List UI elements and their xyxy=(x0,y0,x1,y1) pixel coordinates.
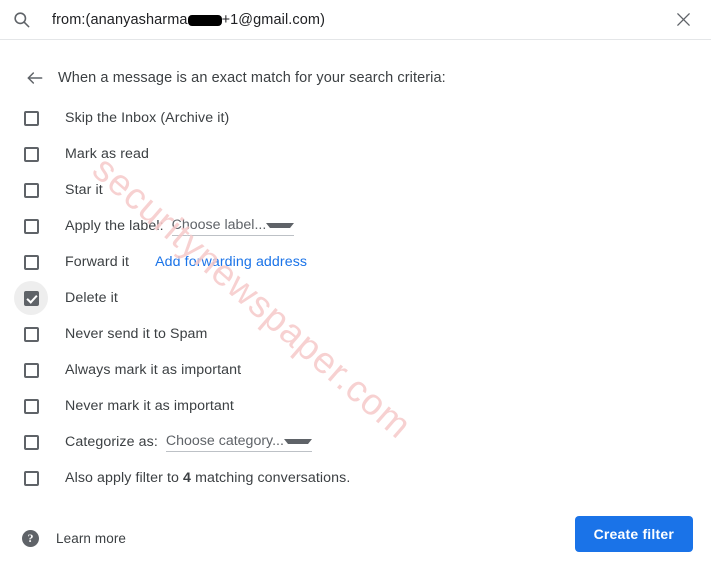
option-row-skip-inbox[interactable]: Skip the Inbox (Archive it) xyxy=(0,100,711,136)
redaction-block xyxy=(187,15,222,26)
chevron-down-icon xyxy=(266,223,295,228)
label-never-important: Never mark it as important xyxy=(65,398,234,414)
checkbox-never-important[interactable] xyxy=(24,398,39,414)
label-mark-as-read: Mark as read xyxy=(65,146,149,162)
option-row-star-it[interactable]: Star it xyxy=(0,172,711,208)
add-forwarding-address-link[interactable]: Add forwarding address xyxy=(155,254,307,270)
label-dropdown[interactable]: Choose label... xyxy=(171,216,295,236)
chevron-down-icon xyxy=(283,439,312,444)
checkbox-never-spam[interactable] xyxy=(24,326,39,342)
checkbox-star-it[interactable] xyxy=(24,182,39,198)
option-row-also-apply-filter[interactable]: Also apply filter to 4 matching conversa… xyxy=(0,460,711,496)
label-always-important: Always mark it as important xyxy=(65,362,242,378)
option-row-mark-as-read[interactable]: Mark as read xyxy=(0,136,711,172)
checkbox-delete-it[interactable] xyxy=(24,290,39,306)
close-icon[interactable] xyxy=(655,0,711,39)
checkbox-always-important[interactable] xyxy=(24,362,39,378)
checkbox-mark-as-read[interactable] xyxy=(24,146,39,162)
category-dropdown-value: Choose category... xyxy=(165,432,284,449)
option-row-never-spam[interactable]: Never send it to Spam xyxy=(0,316,711,352)
criteria-header: When a message is an exact match for you… xyxy=(0,61,711,95)
footer-bar: ? Learn more Create filter xyxy=(0,505,711,571)
label-skip-inbox: Skip the Inbox (Archive it) xyxy=(65,110,230,126)
label-categorize-as: Categorize as: xyxy=(65,434,158,450)
label-delete-it: Delete it xyxy=(65,290,118,306)
label-star-it: Star it xyxy=(65,182,103,198)
option-row-always-important[interactable]: Always mark it as important xyxy=(0,352,711,388)
label-forward-it: Forward it xyxy=(65,254,130,270)
checkbox-skip-inbox[interactable] xyxy=(24,110,39,126)
checkbox-forward-it[interactable] xyxy=(24,254,39,270)
option-row-categorize-as[interactable]: Categorize as: Choose category... xyxy=(0,424,711,460)
checkbox-apply-label[interactable] xyxy=(24,218,39,234)
help-icon[interactable]: ? xyxy=(22,529,39,547)
search-icon[interactable] xyxy=(0,0,42,39)
option-row-forward-it[interactable]: Forward it Add forwarding address xyxy=(0,244,711,280)
also-apply-suffix: matching conversations. xyxy=(191,470,351,486)
checkbox-also-apply-filter[interactable] xyxy=(24,470,39,486)
option-row-apply-label[interactable]: Apply the label: Choose label... xyxy=(0,208,711,244)
option-row-never-important[interactable]: Never mark it as important xyxy=(0,388,711,424)
label-dropdown-value: Choose label... xyxy=(171,216,267,233)
search-input[interactable]: from:(ananyasharma +1@gmail.com) xyxy=(42,12,655,28)
checkbox-categorize-as[interactable] xyxy=(24,434,39,450)
label-apply-label: Apply the label: xyxy=(65,218,164,234)
label-never-spam: Never send it to Spam xyxy=(65,326,208,342)
option-row-delete-it[interactable]: Delete it xyxy=(0,280,711,316)
filter-options-panel: When a message is an exact match for you… xyxy=(0,40,711,571)
create-filter-button[interactable]: Create filter xyxy=(574,516,693,552)
learn-more-label[interactable]: Learn more xyxy=(56,531,126,546)
search-query-prefix: from:(ananyasharma xyxy=(52,11,188,28)
matching-count: 4 xyxy=(183,470,192,486)
arrow-left-icon[interactable] xyxy=(18,68,52,88)
page-title: When a message is an exact match for you… xyxy=(58,70,446,86)
label-also-apply-filter: Also apply filter to 4 matching conversa… xyxy=(65,470,350,486)
options-list: Skip the Inbox (Archive it) Mark as read… xyxy=(0,100,711,496)
search-query-suffix: +1@gmail.com) xyxy=(221,11,326,28)
category-dropdown[interactable]: Choose category... xyxy=(165,432,312,452)
learn-more-group[interactable]: ? Learn more xyxy=(22,529,126,547)
also-apply-prefix: Also apply filter to xyxy=(65,470,184,486)
search-bar: from:(ananyasharma +1@gmail.com) xyxy=(0,0,711,40)
